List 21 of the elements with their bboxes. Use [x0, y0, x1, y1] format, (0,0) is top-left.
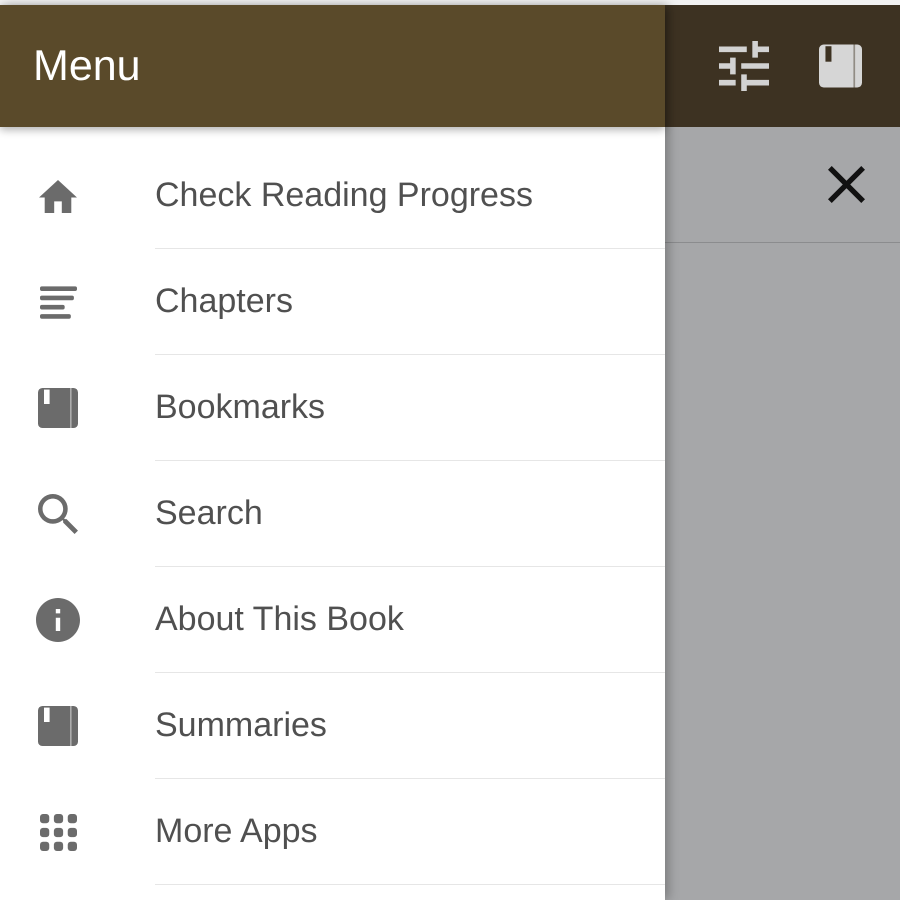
menu-title: Menu	[33, 44, 141, 88]
menu-item[interactable]: Search	[0, 461, 665, 567]
home-icon	[39, 180, 77, 212]
book-icon	[37, 706, 79, 746]
menu-item[interactable]: About This Book	[0, 567, 665, 673]
info-icon	[36, 598, 80, 642]
menu-item[interactable]: Chapters	[0, 249, 665, 355]
book-icon	[819, 43, 862, 89]
settings-button[interactable]	[719, 41, 769, 91]
book-icon	[37, 388, 79, 428]
search-icon	[38, 494, 78, 534]
close-button[interactable]	[828, 166, 865, 203]
grid-icon	[40, 814, 76, 850]
close-icon	[828, 166, 865, 203]
text-lines-icon	[40, 284, 76, 320]
menu-item[interactable]: Check Reading Progress	[0, 143, 665, 249]
menu-item[interactable]: Summaries	[0, 673, 665, 779]
settings-sliders-icon	[719, 41, 769, 91]
menu-item[interactable]: More Apps	[0, 779, 665, 885]
menu-item[interactable]: Bookmarks	[0, 355, 665, 461]
book-button[interactable]	[819, 43, 862, 89]
